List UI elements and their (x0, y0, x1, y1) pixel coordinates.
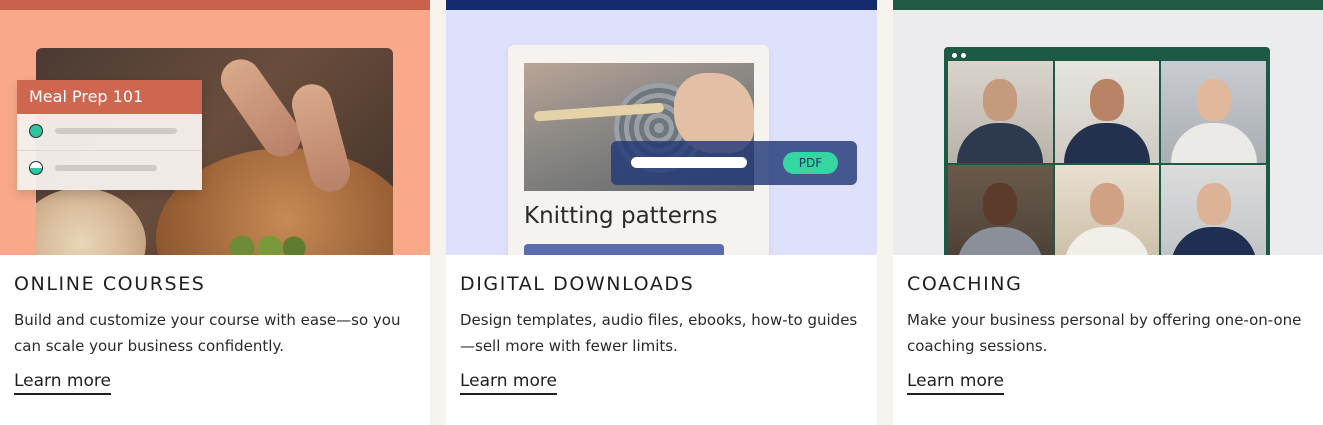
participant-tile (948, 61, 1053, 163)
online-courses-card: Meal Prep 101 ONLINE COURSES Build and c… (0, 0, 430, 425)
sliced-pickles (226, 228, 306, 255)
card-accent-bar (893, 0, 1323, 10)
checklist-row (17, 151, 202, 187)
card-description: Build and customize your course with eas… (14, 307, 414, 359)
online-courses-illustration: Meal Prep 101 (0, 10, 430, 255)
pdf-badge: PDF (783, 152, 838, 174)
participant-tile (948, 165, 1053, 255)
participant-body (957, 227, 1044, 255)
participant-avatar (983, 183, 1018, 226)
learn-more-link[interactable]: Learn more (907, 371, 1004, 395)
card-title: COACHING (907, 273, 1023, 295)
card-title: ONLINE COURSES (14, 273, 206, 295)
description-line: Make your business personal by offering … (907, 311, 1302, 329)
participant-tile (1161, 165, 1266, 255)
digital-downloads-card: Knitting patterns PDF DIGITAL DOWNLOADS … (446, 0, 877, 425)
food-plate (36, 188, 146, 255)
document-title: Knitting patterns (524, 203, 718, 229)
participant-body (1063, 123, 1150, 163)
description-line: Build and customize your course with eas… (14, 311, 401, 329)
file-name-placeholder (631, 157, 747, 168)
card-description: Design templates, audio files, ebooks, h… (460, 307, 860, 359)
placeholder-line (55, 128, 177, 134)
participant-body (1063, 227, 1150, 255)
checklist-row (17, 114, 202, 151)
coaching-illustration (893, 10, 1323, 255)
description-line: can scale your business confidently. (14, 337, 284, 355)
participant-grid (948, 61, 1266, 255)
card-accent-bar (446, 0, 877, 10)
file-download-chip: PDF (611, 141, 857, 185)
participant-tile (1161, 61, 1266, 163)
window-dot-icon (952, 53, 957, 58)
participant-avatar (1196, 79, 1231, 122)
coaching-card: COACHING Make your business personal by … (893, 0, 1323, 425)
description-line: coaching sessions. (907, 337, 1048, 355)
description-line: Design templates, audio files, ebooks, h… (460, 311, 858, 329)
window-dot-icon (961, 53, 966, 58)
description-line: —sell more with fewer limits. (460, 337, 678, 355)
participant-tile (1054, 165, 1160, 255)
placeholder-line (55, 165, 157, 171)
document-placeholder-bar (524, 244, 724, 255)
participant-tile (1054, 61, 1160, 163)
learn-more-link[interactable]: Learn more (14, 371, 111, 395)
card-description: Make your business personal by offering … (907, 307, 1307, 359)
half-dot-icon (29, 161, 43, 175)
check-dot-icon (29, 124, 43, 138)
participant-body (957, 123, 1044, 163)
card-accent-bar (0, 0, 430, 10)
participant-avatar (1196, 183, 1231, 226)
recipe-checklist-card: Meal Prep 101 (17, 80, 202, 190)
participant-avatar (1089, 183, 1124, 226)
participant-avatar (1089, 79, 1124, 122)
card-title: DIGITAL DOWNLOADS (460, 273, 695, 295)
learn-more-link[interactable]: Learn more (460, 371, 557, 395)
participant-body (1170, 123, 1257, 163)
participant-avatar (983, 79, 1018, 122)
video-call-window (944, 47, 1270, 255)
digital-downloads-illustration: Knitting patterns PDF (446, 10, 877, 255)
participant-body (1170, 227, 1257, 255)
recipe-heading: Meal Prep 101 (17, 80, 202, 114)
